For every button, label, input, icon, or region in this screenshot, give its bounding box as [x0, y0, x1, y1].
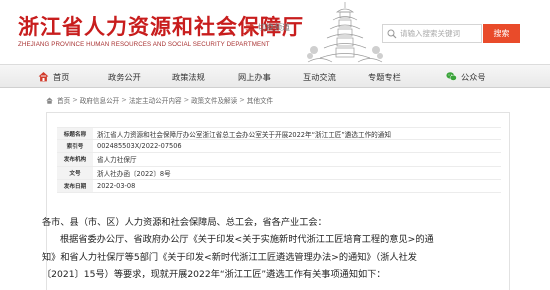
breadcrumb-separator: >	[72, 96, 78, 104]
search-input[interactable]	[400, 29, 480, 38]
breadcrumb: 首页 > 政府信息公开 > 法定主动公开内容 > 政策文件及解读 > 其他文件	[46, 95, 273, 105]
meta-row-doc-number: 文号 浙人社办函〔2022〕8号	[57, 166, 501, 180]
meta-value-title: 浙江省人力资源和社会保障厅办公室浙江省总工会办公室关于开展2022年“浙江工匠”…	[97, 130, 391, 139]
nav-item-home[interactable]: 首页	[38, 65, 69, 88]
meta-row-date: 发布日期 2022-03-08	[57, 179, 501, 193]
meta-label: 发布机构	[57, 153, 93, 166]
breadcrumb-item-policy-docs[interactable]: 政策文件及解读	[191, 95, 237, 105]
breadcrumb-home-icon	[46, 96, 53, 104]
site-header: 浙江省人力资源和社会保障厅 ZHEJIANG PROVINCE HUMAN RE…	[0, 0, 550, 64]
nav-label-online-services: 网上办事	[238, 71, 271, 82]
breadcrumb-item-home[interactable]: 首页	[57, 95, 70, 105]
breadcrumb-item-other-docs[interactable]: 其他文件	[247, 95, 273, 105]
switch-icon	[245, 23, 255, 32]
breadcrumb-separator: >	[239, 96, 245, 104]
meta-row-publisher: 发布机构 省人力社保厅	[57, 153, 501, 167]
nav-label-policy: 政策法规	[172, 71, 205, 82]
home-icon	[38, 71, 49, 82]
meta-label: 发布日期	[57, 179, 93, 192]
switch-channel-button[interactable]: 切换频道	[245, 22, 290, 33]
wechat-icon	[446, 72, 457, 81]
breadcrumb-separator: >	[183, 96, 190, 104]
nav-item-policy[interactable]: 政策法规	[172, 65, 205, 88]
document-meta-table: 标题名称 浙江省人力资源和社会保障厅办公室浙江省总工会办公室关于开展2022年“…	[57, 127, 501, 193]
search-button[interactable]: 搜索	[483, 24, 520, 43]
nav-label-topics: 专题专栏	[368, 71, 401, 82]
switch-channel-label: 切换频道	[258, 23, 290, 32]
meta-row-index: 索引号 002485503X/2022-07506	[57, 140, 501, 154]
meta-row-title: 标题名称 浙江省人力资源和社会保障厅办公室浙江省总工会办公室关于开展2022年“…	[57, 127, 501, 141]
site-title-english: ZHEJIANG PROVINCE HUMAN RESOURCES AND SO…	[18, 40, 270, 49]
meta-value-index: 002485503X/2022-07506	[97, 142, 182, 151]
nav-item-wechat[interactable]: 公众号	[446, 65, 486, 88]
nav-label-interaction: 互动交流	[303, 71, 336, 82]
meta-value-publisher: 省人力社保厅	[97, 156, 137, 165]
meta-label: 索引号	[57, 140, 93, 153]
breadcrumb-item-statutory-content[interactable]: 法定主动公开内容	[129, 95, 182, 105]
nav-label-wechat: 公众号	[461, 71, 486, 82]
pagoda-illustration	[307, 2, 383, 63]
nav-label-home: 首页	[53, 71, 70, 82]
body-line: 根据省委办公厅、省政府办公厅《关于印发<关于实施新时代浙江工匠培育工程的意见>的…	[60, 234, 434, 246]
nav-item-online-services[interactable]: 网上办事	[238, 65, 271, 88]
salutation: 各市、县（市、区）人力资源和社会保障局、总工会，省各产业工会：	[42, 217, 327, 228]
document-body: 各市、县（市、区）人力资源和社会保障局、总工会，省各产业工会： 根据省委办公厅、…	[42, 214, 462, 283]
body-line: 知》和省人力社保厅等5部门《关于印发<新时代浙江工匠遴选管理办法>的通知》（浙人…	[42, 251, 417, 263]
nav-item-topics[interactable]: 专题专栏	[368, 65, 401, 88]
search-box	[382, 24, 482, 43]
nav-item-gov-affairs[interactable]: 政务公开	[108, 65, 141, 88]
meta-label: 标题名称	[57, 128, 93, 140]
nav-item-interaction[interactable]: 互动交流	[303, 65, 336, 88]
meta-label: 文号	[57, 166, 93, 179]
nav-label-gov-affairs: 政务公开	[108, 71, 141, 82]
body-line: 〔2021〕15号）等要求，现就开展2022年“浙江工匠”遴选工作有关事项通知如…	[42, 268, 386, 280]
meta-value-doc-number: 浙人社办函〔2022〕8号	[97, 169, 171, 178]
breadcrumb-item-info-disclosure[interactable]: 政府信息公开	[80, 95, 120, 105]
main-nav: 首页 政务公开 政策法规 网上办事 互动交流 专题专栏 公众号	[0, 64, 550, 88]
search-icon	[387, 29, 397, 38]
breadcrumb-separator: >	[121, 96, 127, 104]
meta-value-date: 2022-03-08	[97, 181, 136, 190]
